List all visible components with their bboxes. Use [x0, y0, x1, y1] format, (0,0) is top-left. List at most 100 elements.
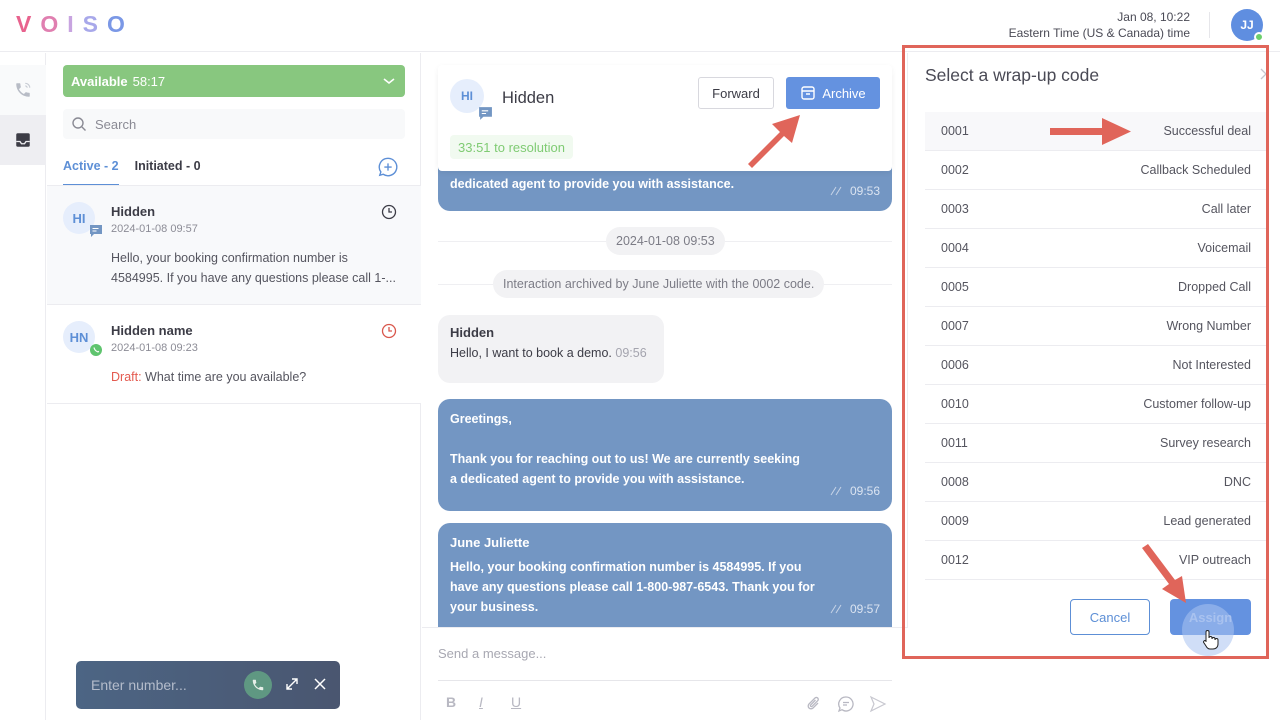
- wrap-up-code-row[interactable]: 0008 DNC: [925, 463, 1267, 502]
- conversation-item[interactable]: HI Hidden 2024-01-08 09:57 Hello, your b…: [47, 186, 421, 305]
- wrap-up-label: Customer follow-up: [1143, 397, 1251, 411]
- outgoing-message: Greetings, Thank you for reaching out to…: [438, 399, 892, 511]
- message-time: 09:56: [615, 346, 647, 360]
- inbox-icon: [16, 133, 30, 147]
- top-bar: VOISO Jan 08, 10:22 Eastern Time (US & C…: [0, 0, 1280, 52]
- contact-title: Hidden: [502, 89, 555, 107]
- voiso-logo: VOISO: [16, 11, 134, 37]
- wrap-up-code-row[interactable]: 0007 Wrong Number: [925, 307, 1267, 346]
- wrap-up-label: Call later: [1201, 202, 1251, 216]
- bold-button[interactable]: B: [446, 694, 456, 710]
- tab-active[interactable]: Active - 2: [63, 159, 119, 186]
- double-check-icon: [830, 604, 842, 614]
- clock-icon: [381, 204, 397, 220]
- close-icon[interactable]: [313, 677, 327, 691]
- message-body: Hello, I want to book a demo. 09:56: [450, 346, 652, 360]
- wrap-up-label: Successful deal: [1163, 124, 1251, 138]
- archive-label: Archive: [822, 85, 866, 101]
- wrap-up-label: Dropped Call: [1178, 280, 1251, 294]
- message-input[interactable]: Send a message...: [438, 646, 546, 661]
- wrap-up-code-row[interactable]: 0002 Callback Scheduled: [925, 151, 1267, 190]
- wrap-up-code-row[interactable]: 0004 Voicemail: [925, 229, 1267, 268]
- sms-channel-icon: [479, 107, 492, 120]
- double-check-icon: [830, 186, 842, 196]
- chat-panel: dedicated agent to provide you with assi…: [422, 53, 908, 720]
- phone-number-input[interactable]: Enter number...: [91, 677, 187, 693]
- message-preview: Draft: What time are you available?: [111, 367, 403, 387]
- wrap-up-code: 0007: [941, 319, 969, 333]
- message-meta: 09:56: [830, 481, 880, 501]
- status-label: Available: [71, 73, 128, 89]
- wrap-up-code-row[interactable]: 0006 Not Interested: [925, 346, 1267, 385]
- contact-name: Hidden name: [111, 323, 193, 338]
- conversation-item[interactable]: HN Hidden name 2024-01-08 09:23 Draft: W…: [47, 305, 421, 404]
- wrap-up-code: 0003: [941, 202, 969, 216]
- tab-initiated[interactable]: Initiated - 0: [135, 159, 201, 186]
- system-message: Interaction archived by June Juliette wi…: [493, 270, 825, 298]
- nav-rail: [0, 53, 46, 720]
- divider: [1209, 12, 1210, 38]
- message-time: 09:53: [849, 184, 880, 198]
- rail-item-calls[interactable]: [0, 65, 46, 115]
- message-time: 09:56: [849, 484, 880, 498]
- overdue-clock-icon: [381, 323, 397, 339]
- message-meta: 09:57: [830, 599, 880, 619]
- wrap-up-label: Lead generated: [1163, 514, 1251, 528]
- agent-status-dropdown[interactable]: Available 58:17: [63, 65, 405, 97]
- send-icon[interactable]: [869, 695, 887, 713]
- wrap-up-code-row[interactable]: 0001 Successful deal: [925, 112, 1267, 151]
- divider: [438, 680, 892, 681]
- rail-item-inbox[interactable]: [0, 115, 46, 165]
- draft-label: Draft:: [111, 370, 142, 384]
- italic-button[interactable]: I: [479, 694, 483, 710]
- current-date: Jan 08, 10:22: [1117, 10, 1190, 24]
- wrap-up-code: 0009: [941, 514, 969, 528]
- cancel-button[interactable]: Cancel: [1070, 599, 1150, 635]
- wrap-up-code-row[interactable]: 0009 Lead generated: [925, 502, 1267, 541]
- double-check-icon: [830, 486, 842, 496]
- chevron-down-icon: [383, 78, 395, 85]
- wrap-up-label: Survey research: [1159, 436, 1251, 450]
- phone-icon: [252, 679, 264, 691]
- conversation-timestamp: 2024-01-08 09:23: [111, 342, 198, 354]
- dialer-widget: Enter number...: [76, 661, 340, 709]
- search-icon: [72, 117, 86, 131]
- new-conversation-icon[interactable]: [377, 156, 399, 178]
- wrap-up-code-row[interactable]: 0003 Call later: [925, 190, 1267, 229]
- forward-button[interactable]: Forward: [698, 77, 774, 109]
- wrap-up-code: 0004: [941, 241, 969, 255]
- search-input[interactable]: Search: [63, 109, 405, 139]
- underline-button[interactable]: U: [511, 694, 521, 710]
- wrap-up-code: 0005: [941, 280, 969, 294]
- wrap-up-code-row[interactable]: 0012 VIP outreach: [925, 541, 1267, 580]
- online-status-dot: [1254, 32, 1264, 42]
- phone-icon: [16, 82, 31, 97]
- wrap-up-label: VIP outreach: [1178, 553, 1251, 567]
- message-meta: 09:53: [830, 181, 880, 201]
- draft-text: What time are you available?: [145, 370, 307, 384]
- wrap-up-title: Select a wrap-up code: [925, 65, 1100, 85]
- wrap-up-code-row[interactable]: 0011 Survey research: [925, 424, 1267, 463]
- chevron-right-icon[interactable]: [1259, 67, 1269, 81]
- message-greeting: Greetings,: [450, 412, 512, 426]
- contact-name: Hidden: [111, 204, 156, 219]
- wrap-up-code: 0002: [941, 163, 969, 177]
- expand-icon[interactable]: [285, 677, 299, 691]
- wrap-up-label: Voicemail: [1197, 241, 1252, 255]
- click-indicator: [1182, 604, 1234, 656]
- template-message-icon[interactable]: [837, 695, 855, 713]
- archive-button[interactable]: Archive: [786, 77, 880, 109]
- incoming-message: Hidden Hello, I want to book a demo. 09:…: [438, 315, 664, 383]
- user-avatar[interactable]: JJ: [1231, 9, 1264, 42]
- message-text: dedicated agent to provide you with assi…: [450, 177, 735, 191]
- wrap-up-code: 0010: [941, 397, 969, 411]
- outgoing-message: June Juliette Hello, your booking confir…: [438, 523, 892, 627]
- wrap-up-code-row[interactable]: 0005 Dropped Call: [925, 268, 1267, 307]
- wrap-up-code-row[interactable]: 0010 Customer follow-up: [925, 385, 1267, 424]
- call-button[interactable]: [244, 671, 272, 699]
- resolution-timer: 33:51 to resolution: [450, 135, 573, 159]
- timezone: Eastern Time (US & Canada) time: [1008, 26, 1190, 40]
- attachment-icon[interactable]: [806, 696, 822, 712]
- wrap-up-code: 0011: [941, 436, 968, 450]
- wrap-up-label: Not Interested: [1172, 358, 1251, 372]
